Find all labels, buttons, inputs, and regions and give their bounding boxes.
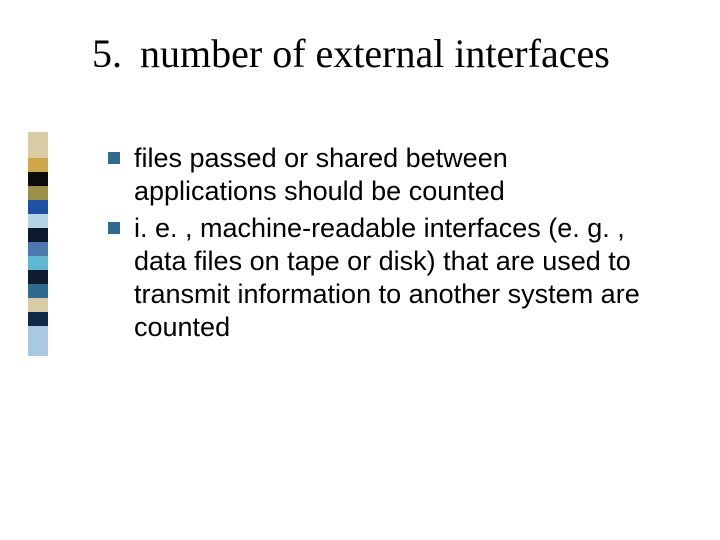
bullet-square-icon (108, 222, 120, 234)
list-item: i. e. , machine-readable interfaces (e. … (108, 212, 648, 344)
decoration-block (28, 298, 48, 312)
slide-title-row: 5. number of external interfaces (92, 30, 610, 77)
slide-number: 5. (92, 30, 122, 77)
bullet-text: i. e. , machine-readable interfaces (e. … (134, 212, 648, 344)
slide-title: number of external interfaces (140, 30, 610, 77)
decoration-block (28, 200, 48, 214)
decoration-block (28, 312, 48, 326)
decoration-block (28, 284, 48, 298)
decoration-block (28, 242, 48, 256)
decoration-block (28, 326, 48, 356)
decoration-block (28, 132, 48, 158)
bullet-text: files passed or shared between applicati… (134, 142, 648, 208)
slide-body: files passed or shared between applicati… (108, 142, 648, 348)
decoration-block (28, 256, 48, 270)
slide: 5. number of external interfaces files p… (0, 0, 720, 540)
side-decoration (28, 132, 48, 356)
bullet-square-icon (108, 152, 120, 164)
decoration-block (28, 158, 48, 172)
decoration-block (28, 214, 48, 228)
list-item: files passed or shared between applicati… (108, 142, 648, 208)
decoration-block (28, 270, 48, 284)
decoration-block (28, 228, 48, 242)
decoration-block (28, 186, 48, 200)
decoration-block (28, 172, 48, 186)
